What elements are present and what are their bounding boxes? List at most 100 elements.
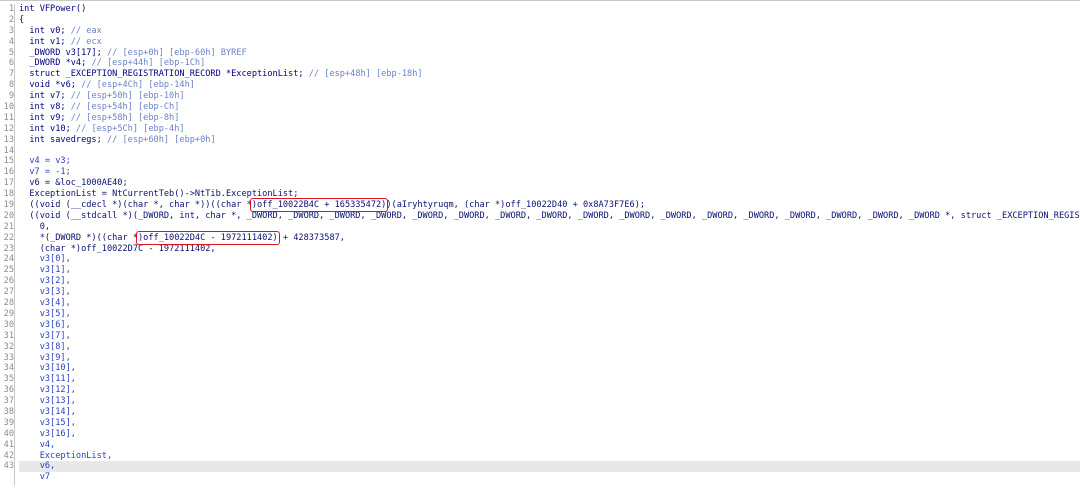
code-token: v4, (19, 439, 56, 450)
code-line[interactable]: int v1; // ecx (19, 37, 1080, 48)
line-number: 32 (3, 341, 14, 352)
line-number: 5 (8, 47, 14, 58)
code-comment: // [esp+58h] [ebp-8h] (70, 112, 180, 123)
code-line[interactable]: v3[2], (19, 276, 1080, 287)
line-number: 21 (3, 221, 14, 232)
code-token: 0, (19, 221, 51, 232)
line-number: 3 (8, 25, 14, 36)
line-number: 20 (3, 210, 14, 221)
code-line[interactable]: struct _EXCEPTION_REGISTRATION_RECORD *E… (19, 69, 1080, 80)
code-line[interactable]: int v7; // [esp+50h] [ebp-10h] (19, 91, 1080, 102)
code-line-current[interactable]: v6, (19, 461, 1080, 473)
line-number: 23 (3, 243, 14, 254)
code-line[interactable]: v3[4], (19, 298, 1080, 309)
code-token: ((void (__cdecl *)(char *, char *))((cha… (19, 200, 252, 211)
code-line[interactable]: void *v6; // [esp+4Ch] [ebp-14h] (19, 80, 1080, 91)
code-line[interactable]: v3[13], (19, 396, 1080, 407)
line-number: 16 (3, 167, 14, 178)
code-line[interactable]: v3[1], (19, 265, 1080, 276)
code-line[interactable]: _DWORD *v4; // [esp+44h] [ebp-1Ch] (19, 58, 1080, 69)
line-number: 2 (8, 14, 14, 25)
line-number-gutter: 1 2 3 4 5 6 7 8 9 10 11 12 13 14 15 16 17 18 19 20 21 22 23 24 2… (0, 4, 14, 483)
code-token: *(_DWORD *)((char * (19, 232, 138, 243)
code-line[interactable]: v7 (19, 472, 1080, 483)
code-line[interactable]: v3[16], (19, 429, 1080, 440)
code-line[interactable]: v3[14], (19, 407, 1080, 418)
code-line[interactable]: v3[3], (19, 287, 1080, 298)
code-token: int v10; (19, 123, 76, 134)
code-line[interactable]: int VFPower() (19, 4, 1080, 15)
code-line[interactable]: (char *)off_10022D7C - 1972111402, (19, 244, 1080, 255)
code-line[interactable]: v4 = v3; (19, 156, 1080, 167)
code-line[interactable]: v3[6], (19, 320, 1080, 331)
code-line[interactable]: 0, (19, 222, 1080, 233)
line-number: 38 (3, 406, 14, 417)
code-area[interactable]: int VFPower(){ int v0; // eax int v1; //… (19, 4, 1080, 483)
line-number: 34 (3, 363, 14, 374)
code-line[interactable]: ((void (__cdecl *)(char *, char *))((cha… (19, 198, 1080, 213)
code-line[interactable]: int v8; // [esp+54h] [ebp-Ch] (19, 102, 1080, 113)
code-line[interactable]: int v9; // [esp+58h] [ebp-8h] (19, 113, 1080, 124)
code-comment: // [esp+60h] [ebp+0h] (106, 134, 216, 145)
code-token: v3[15], (19, 417, 76, 428)
line-number: 39 (3, 417, 14, 428)
code-token: int v0; (19, 25, 71, 36)
line-number: 41 (3, 439, 14, 450)
code-line[interactable]: v3[5], (19, 309, 1080, 320)
code-line[interactable]: v3[11], (19, 374, 1080, 385)
code-comment: // [esp+48h] [ebp-18h] (308, 69, 423, 80)
line-number: 7 (8, 69, 14, 80)
code-token: { (19, 14, 25, 25)
line-number: 9 (8, 91, 14, 102)
code-line[interactable]: v3[8], (19, 342, 1080, 353)
code-line[interactable]: v4, (19, 440, 1080, 451)
code-line[interactable]: _DWORD v3[17]; // [esp+0h] [ebp-60h] BYR… (19, 48, 1080, 59)
code-token: v3[9], (19, 352, 71, 363)
code-line[interactable]: int v10; // [esp+5Ch] [ebp-4h] (19, 124, 1080, 135)
line-number: 25 (3, 265, 14, 276)
code-line[interactable]: { (19, 15, 1080, 26)
code-token: v3[6], (19, 319, 71, 330)
code-line[interactable]: ((void (__stdcall *)(_DWORD, int, char *… (19, 211, 1080, 222)
code-token: v3[16], (19, 428, 76, 439)
highlighted-expression: )off_10022B4C + 165335472) (249, 198, 389, 213)
code-token: v3[10], (19, 363, 76, 374)
code-line[interactable]: v6 = &loc_1000AE40; (19, 178, 1080, 189)
line-number: 12 (3, 123, 14, 134)
line-number: 43 (3, 461, 14, 472)
line-number: 10 (3, 102, 14, 113)
code-line[interactable]: v3[12], (19, 385, 1080, 396)
code-line[interactable]: ExceptionList, (19, 451, 1080, 462)
code-token: ((void (__stdcall *)(_DWORD, int, char *… (19, 210, 1080, 221)
code-token: v4 = v3; (19, 156, 71, 167)
code-token: int v7; (19, 91, 71, 102)
code-line[interactable]: ExceptionList = NtCurrentTeb()->NtTib.Ex… (19, 189, 1080, 200)
code-token: struct _EXCEPTION_REGISTRATION_RECORD *E… (19, 69, 309, 80)
code-line[interactable]: v3[15], (19, 418, 1080, 429)
line-number: 28 (3, 298, 14, 309)
code-line[interactable]: v3[10], (19, 363, 1080, 374)
code-token: int savedregs; (19, 134, 107, 145)
highlighted-expression: )off_10022D4C - 1972111402) (136, 230, 280, 245)
code-line[interactable]: int savedregs; // [esp+60h] [ebp+0h] (19, 135, 1080, 146)
code-comment: // [esp+5Ch] [ebp-4h] (75, 123, 185, 134)
line-number (0, 472, 14, 483)
line-number: 37 (3, 396, 14, 407)
line-number: 27 (3, 287, 14, 298)
code-line[interactable]: v7 = -1; (19, 167, 1080, 178)
code-comment: // [esp+50h] [ebp-10h] (70, 91, 185, 102)
pseudocode-view[interactable]: 1 2 3 4 5 6 7 8 9 10 11 12 13 14 15 16 17 18 19 20 21 22 23 24 2… (0, 0, 1080, 492)
line-number: 35 (3, 374, 14, 385)
line-number: 33 (3, 352, 14, 363)
code-token: v3[1], (19, 265, 71, 276)
code-token: v3[0], (19, 254, 71, 265)
code-line[interactable]: *(_DWORD *)((char *)off_10022D4C - 19721… (19, 230, 1080, 245)
code-line[interactable]: v3[9], (19, 353, 1080, 364)
line-number: 31 (3, 330, 14, 341)
code-line[interactable]: v3[7], (19, 331, 1080, 342)
code-line[interactable] (19, 146, 1080, 157)
line-number: 30 (3, 319, 14, 330)
line-number: 15 (3, 156, 14, 167)
code-line[interactable]: int v0; // eax (19, 26, 1080, 37)
code-line[interactable]: v3[0], (19, 254, 1080, 265)
